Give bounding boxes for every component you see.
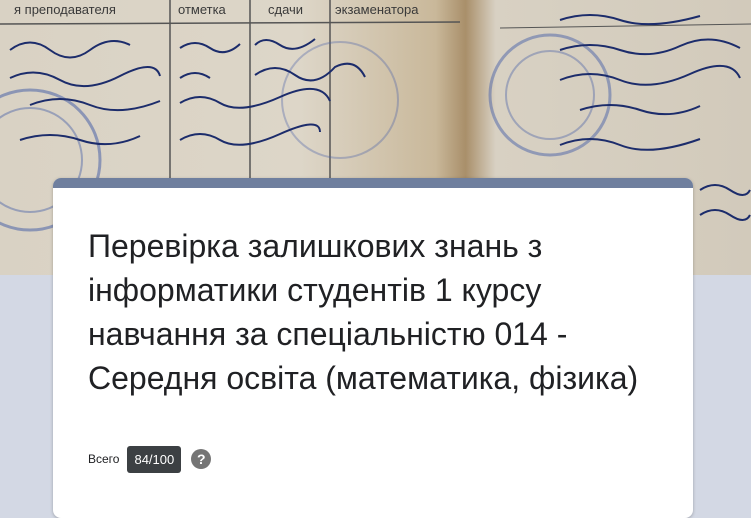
question-mark-icon[interactable]: ? [191,449,212,469]
form-header-card: Перевірка залишкових знань з інформатики… [53,178,693,518]
score-row: Всего 84/100 ? [88,445,212,473]
form-title: Перевірка залишкових знань з інформатики… [88,228,639,396]
card-accent-bar [53,178,693,188]
score-badge: 84/100 [127,445,182,473]
score-label: Всего [88,452,120,466]
